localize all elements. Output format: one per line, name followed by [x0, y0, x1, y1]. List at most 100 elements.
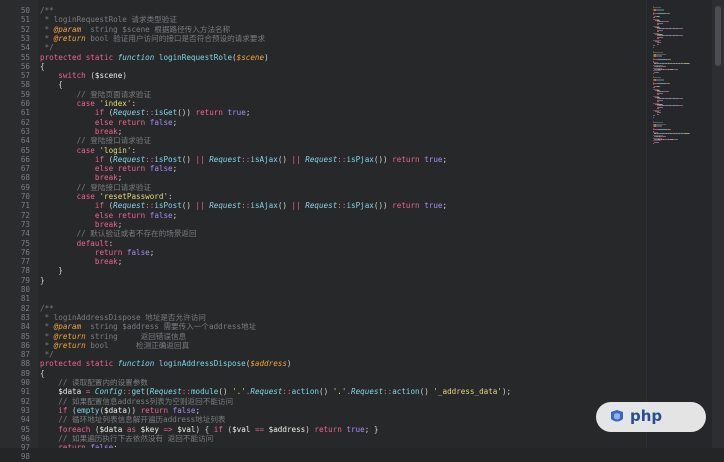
code-line[interactable]: foreach ($data as $key => $val) { if ($v…: [40, 425, 378, 434]
code-token: false: [126, 247, 150, 257]
code-token: break: [94, 219, 118, 229]
scrollbar-thumb[interactable]: [715, 6, 721, 66]
line-number: 74: [20, 229, 30, 239]
code-line[interactable]: // 默认验证或者不存在的场景返回: [40, 229, 197, 238]
code-line[interactable]: if (Request::isPost() || Request::isAjax…: [40, 201, 447, 210]
code-token: ::: [181, 387, 191, 397]
code-line[interactable]: // 循环地址列表信息解开遍历address地址列表: [40, 415, 225, 424]
code-line[interactable]: break;: [40, 173, 122, 182]
code-token: @return: [53, 340, 86, 350]
code-token: $scene: [236, 52, 265, 62]
minimap-stroke: [659, 15, 661, 17]
minimap-stroke: [661, 29, 663, 31]
code-token: case: [76, 145, 100, 155]
code-line[interactable]: * loginRequestRole 请求类型验证: [40, 15, 177, 24]
code-line[interactable]: * @return bool 验证用户访问的接口是否符合预设的请求要求: [40, 34, 265, 43]
code-token: return: [140, 405, 173, 415]
code-token: *: [40, 331, 54, 341]
code-line[interactable]: * @return string 返回错误信息: [40, 331, 187, 341]
code-line[interactable]: // 如果遍历执行下去依然没有 返回不能访问: [40, 434, 213, 443]
line-number: 59: [20, 89, 30, 99]
code-line[interactable]: // 登陆接口请求验证: [40, 136, 151, 145]
code-line[interactable]: $data = Config::get(Request::module() '.…: [40, 387, 511, 396]
code-token: empty: [76, 405, 100, 415]
code-line[interactable]: * @param string $scene 根据路径传入方法名称: [40, 24, 231, 34]
code-line[interactable]: {: [40, 80, 63, 89]
code-line[interactable]: protected static function loginRequestRo…: [40, 53, 269, 62]
code-token: (): [218, 387, 233, 397]
line-number: 92: [20, 396, 30, 406]
code-line[interactable]: else return false;: [40, 211, 177, 220]
minimap-stroke: [661, 22, 663, 24]
code-line[interactable]: */: [40, 43, 54, 52]
code-line[interactable]: /**: [40, 6, 54, 15]
code-token: // 登陆接口请求验证: [40, 182, 152, 192]
code-token: Request: [250, 387, 283, 397]
code-line[interactable]: if (Request::isGet()) return true;: [40, 108, 251, 118]
minimap-stroke: [658, 43, 660, 45]
code-token: $data: [104, 405, 127, 415]
code-token: return: [195, 108, 228, 118]
code-line[interactable]: protected static function loginAddressDi…: [40, 359, 292, 368]
code-line[interactable]: * loginAddressDispose 地址是否允许访问: [40, 313, 206, 322]
code-line[interactable]: // 读取配置内的设置参数: [40, 378, 148, 387]
code-line[interactable]: return false;: [40, 248, 154, 257]
code-line[interactable]: if (Request::isPost() || Request::isAjax…: [40, 155, 447, 164]
code-token: true: [424, 201, 443, 211]
code-token: // 如果配置信息address列表为空则返回不能访问: [40, 396, 234, 406]
code-line[interactable]: case 'login':: [40, 146, 136, 155]
code-token: isAjax: [250, 154, 278, 164]
code-token: */: [40, 43, 54, 53]
code-line[interactable]: * @return bool 检测正确返回真: [40, 340, 190, 350]
code-line[interactable]: }: [40, 276, 45, 285]
code-line[interactable]: else return false;: [40, 164, 177, 173]
code-area[interactable]: /** * loginRequestRole 请求类型验证 * @param s…: [38, 0, 644, 448]
code-line[interactable]: default:: [40, 238, 114, 248]
code-line[interactable]: * @param string $address 需要传入一个address地址: [40, 322, 257, 331]
code-token: @param: [53, 24, 82, 34]
line-number: 93: [20, 405, 30, 415]
code-line[interactable]: // 如果配置信息address列表为空则返回不能访问: [40, 397, 233, 406]
code-line[interactable]: if (empty($data)) return false;: [40, 406, 200, 415]
code-line[interactable]: break;: [40, 220, 122, 229]
code-line[interactable]: {: [40, 369, 45, 378]
code-token: if: [94, 201, 109, 211]
code-line[interactable]: // 登陆页面请求验证: [40, 90, 151, 99]
code-line[interactable]: }: [40, 266, 63, 275]
line-number: 88: [20, 359, 30, 369]
line-number: 66: [20, 154, 30, 164]
line-number-gutter: 50 51 52 53 54 55 56 57 58 59 60 61 62 63 64 65 66 67 68 69…: [0, 0, 35, 461]
vertical-scrollbar[interactable]: [712, 0, 724, 448]
code-token: $val: [232, 424, 255, 434]
code-line[interactable]: */: [40, 350, 54, 359]
code-token: '.': [332, 387, 347, 397]
minimap-stroke: [660, 112, 662, 114]
line-number: 55: [20, 52, 30, 62]
code-token: isPjax: [346, 201, 374, 211]
code-line[interactable]: return false;: [40, 443, 117, 448]
code-line[interactable]: break;: [40, 257, 122, 266]
code-line[interactable]: switch ($scene): [40, 71, 127, 80]
code-line[interactable]: break;: [40, 127, 122, 136]
minimap-stroke: [656, 80, 665, 82]
minimap-stroke: [688, 133, 690, 135]
code-line[interactable]: case 'index':: [40, 99, 136, 108]
code-token: Request: [305, 154, 338, 164]
minimap[interactable]: [646, 0, 713, 448]
code-token: :: [108, 238, 114, 248]
code-line[interactable]: else return false;: [40, 118, 177, 127]
code-token: $data: [99, 424, 127, 434]
code-token: break: [94, 126, 118, 136]
code-line[interactable]: {: [40, 62, 45, 71]
code-line[interactable]: /**: [40, 304, 54, 313]
code-editor[interactable]: 50 51 52 53 54 55 56 57 58 59 60 61 62 63 64 65 66 67 68 69…: [0, 0, 724, 461]
code-line[interactable]: case 'resetPassword':: [40, 192, 173, 201]
minimap-stroke: [658, 113, 660, 115]
code-line[interactable]: // 登陆接口请求验证: [40, 183, 151, 192]
minimap-stroke: [682, 28, 684, 30]
code-token: ::: [383, 387, 393, 397]
code-token: break: [94, 173, 118, 183]
code-token: return: [392, 201, 425, 211]
